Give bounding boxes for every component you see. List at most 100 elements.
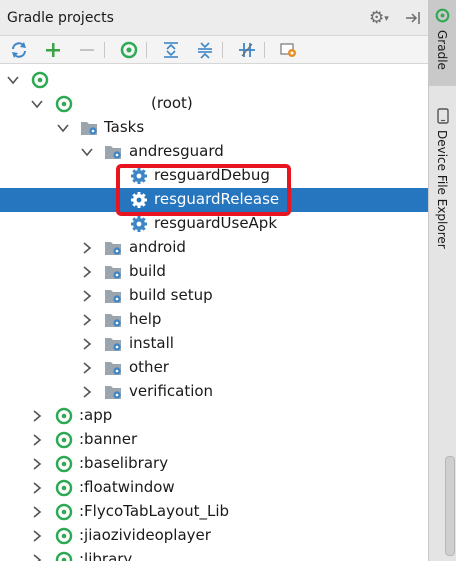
tree-row-module[interactable]: :baselibrary [0,452,428,476]
group-label: android [129,238,186,256]
tab-gradle-label: Gradle [435,30,449,70]
chevron-right-icon[interactable] [80,265,94,279]
hide-panel-icon[interactable] [404,9,422,27]
refresh-icon[interactable] [8,40,30,60]
tree-row-root[interactable] [0,68,428,92]
tree-row-module[interactable]: :banner [0,428,428,452]
task-folder-icon [105,146,121,159]
tab-device-file-explorer-label: Device File Explorer [435,130,449,249]
gradle-execute-icon[interactable] [118,40,140,60]
toolbar-separator [146,42,147,58]
tree-row-group[interactable]: install [0,332,428,356]
gear-icon [131,216,147,232]
tree-row-group[interactable]: verification [0,380,428,404]
task-folder-icon [105,242,121,255]
gradle-module-icon [31,71,49,89]
gradle-module-icon [55,527,73,545]
gear-icon [131,192,147,208]
tree-row-module[interactable]: :jiaozivideoplayer [0,524,428,548]
tab-gradle[interactable]: Gradle [429,0,456,86]
gradle-module-icon [55,551,73,561]
group-label: build setup [129,286,213,304]
tree-row-group[interactable]: android [0,236,428,260]
group-label: other [129,358,169,376]
chevron-right-icon[interactable] [30,505,44,519]
task-folder-icon [81,122,97,135]
toolbar-separator [222,42,223,58]
chevron-right-icon[interactable] [80,241,94,255]
task-folder-icon [105,314,121,327]
tree-row-root-project[interactable]: (root) [0,92,428,116]
chevron-right-icon[interactable] [30,409,44,423]
scrollbar[interactable] [445,456,455,556]
gradle-module-icon [55,95,73,113]
tree-row-module[interactable]: :FlycoTabLayout_Lib [0,500,428,524]
phone-icon [437,108,449,124]
group-label: install [129,334,174,352]
chevron-right-icon[interactable] [30,481,44,495]
gradle-module-icon [55,407,73,425]
tree-row-module[interactable]: :floatwindow [0,476,428,500]
toolbar-separator [104,42,105,58]
task-folder-icon [105,266,121,279]
gradle-settings-icon[interactable] [278,40,300,60]
gradle-module-icon [55,431,73,449]
add-icon[interactable] [42,40,64,60]
task-folder-icon [105,338,121,351]
task-label: resguardRelease [154,190,280,208]
tree-row-tasks[interactable]: Tasks [0,116,428,140]
tree-row-module[interactable]: :app [0,404,428,428]
remove-icon[interactable] [76,40,98,60]
chevron-right-icon[interactable] [80,385,94,399]
tree-row-andresguard[interactable]: andresguard [0,140,428,164]
chevron-right-icon[interactable] [30,529,44,543]
chevron-right-icon[interactable] [80,337,94,351]
tree-row-task[interactable]: resguardUseApk [0,212,428,236]
gradle-tree: (root) Tasks andresguard resguardDebug r… [0,64,428,561]
tab-device-file-explorer[interactable]: Device File Explorer [429,100,456,260]
chevron-right-icon[interactable] [30,433,44,447]
chevron-right-icon[interactable] [80,361,94,375]
tree-row-group[interactable]: build [0,260,428,284]
tree-row-group[interactable]: build setup [0,284,428,308]
toolbar [0,36,428,64]
gear-icon [131,168,147,184]
group-label: verification [129,382,214,400]
tree-row-group[interactable]: other [0,356,428,380]
task-folder-icon [105,362,121,375]
chevron-right-icon[interactable] [30,553,44,561]
chevron-down-icon[interactable] [56,121,70,135]
tree-row-module[interactable]: :library [0,548,428,561]
project-root-suffix: (root) [151,94,193,112]
task-label: resguardUseApk [154,214,278,232]
task-folder-icon [105,386,121,399]
module-label: :banner [79,430,138,448]
gradle-module-icon [55,455,73,473]
gradle-module-icon [55,503,73,521]
module-label: :baselibrary [79,454,169,472]
tree-row-group[interactable]: help [0,308,428,332]
tasks-label: Tasks [104,118,145,136]
offline-mode-icon[interactable] [236,40,258,60]
task-folder-icon [105,290,121,303]
panel-header: Gradle projects ⚙▾ [0,0,428,36]
chevron-right-icon[interactable] [80,289,94,303]
module-label: :jiaozivideoplayer [79,526,211,544]
settings-menu-icon[interactable]: ⚙▾ [369,8,393,28]
chevron-down-icon[interactable] [80,145,94,159]
chevron-right-icon[interactable] [30,457,44,471]
chevron-right-icon[interactable] [80,313,94,327]
task-label: resguardDebug [154,166,270,184]
module-label: :FlycoTabLayout_Lib [79,502,230,520]
module-label: :floatwindow [79,478,175,496]
chevron-down-icon[interactable] [6,73,20,87]
tree-row-task[interactable]: resguardDebug [0,164,428,188]
tree-row-task-selected[interactable]: resguardRelease [0,188,428,212]
panel-title: Gradle projects [7,10,114,26]
collapse-all-icon[interactable] [194,40,216,60]
expand-all-icon[interactable] [160,40,182,60]
gradle-icon [435,8,450,23]
module-label: :app [79,406,113,424]
right-tool-strip: Gradle Device File Explorer [428,0,456,561]
chevron-down-icon[interactable] [30,97,44,111]
